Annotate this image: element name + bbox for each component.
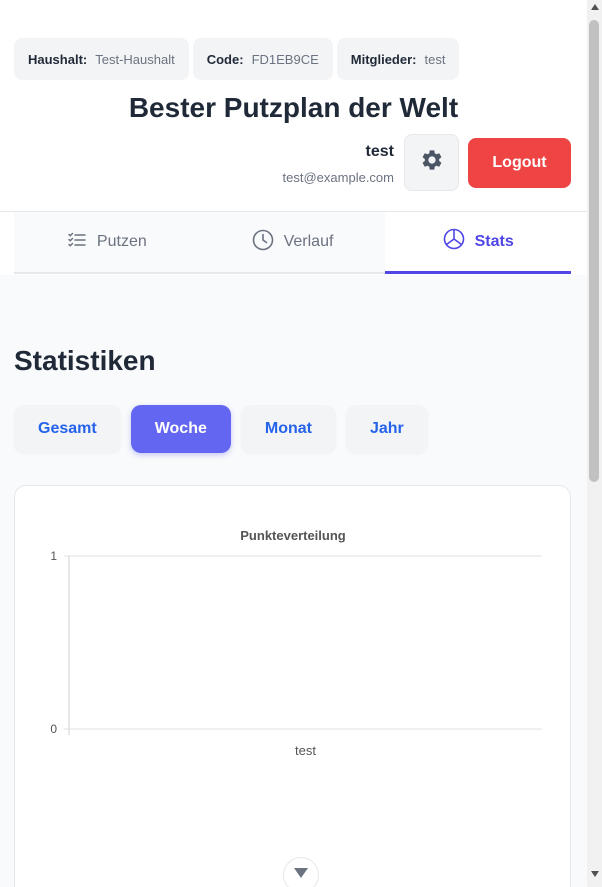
household-info: Haushalt: Test-Haushalt Code: FD1EB9CE M…	[14, 38, 460, 80]
scrollbar[interactable]	[587, 0, 602, 887]
main-tabs: Putzen Verlauf Stats	[14, 212, 572, 274]
stats-content: Statistiken Gesamt Woche Monat Jahr Punk…	[0, 275, 587, 887]
x-tick-label: test	[295, 743, 316, 758]
user-info: test test@example.com	[283, 142, 394, 185]
tab-label: Stats	[474, 232, 514, 250]
logout-button[interactable]: Logout	[468, 138, 571, 188]
scrollbar-thumb[interactable]	[589, 20, 599, 482]
settings-button[interactable]	[404, 134, 459, 191]
period-filters: Gesamt Woche Monat Jahr	[14, 405, 428, 453]
points-chart: Punkteverteilung 1 0 test	[50, 528, 542, 758]
scroll-down-arrow[interactable]	[587, 871, 602, 883]
chart-card: Punkteverteilung 1 0 test	[14, 485, 571, 887]
code-value: FD1EB9CE	[251, 51, 319, 67]
tab-label: Putzen	[96, 233, 147, 250]
scroll-up-arrow[interactable]	[587, 4, 602, 16]
user-name: test	[365, 143, 394, 160]
code-badge: Code: FD1EB9CE	[192, 38, 333, 80]
app-page: Haushalt: Test-Haushalt Code: FD1EB9CE M…	[0, 0, 587, 887]
chevron-down-icon	[292, 866, 310, 885]
household-badge: Haushalt: Test-Haushalt	[14, 38, 189, 80]
y-tick-label: 1	[50, 549, 57, 563]
members-label: Mitglieder:	[350, 51, 417, 67]
filter-woche[interactable]: Woche	[130, 405, 231, 453]
page-title: Bester Putzplan der Welt	[128, 92, 459, 123]
filter-monat[interactable]: Monat	[240, 405, 336, 453]
clock-icon	[252, 229, 274, 256]
household-value: Test-Haushalt	[95, 51, 175, 67]
gear-icon	[420, 148, 444, 177]
tab-putzen[interactable]: Putzen	[14, 212, 200, 272]
members-value: test	[424, 51, 446, 67]
household-label: Haushalt:	[28, 51, 88, 67]
scroll-down-button[interactable]	[283, 857, 319, 887]
pie-chart-icon	[443, 228, 465, 255]
chart-title: Punkteverteilung	[240, 528, 346, 543]
section-title: Statistiken	[14, 345, 156, 376]
tab-label: Verlauf	[283, 233, 334, 250]
filter-gesamt[interactable]: Gesamt	[14, 405, 121, 453]
tab-verlauf[interactable]: Verlauf	[199, 212, 386, 272]
members-badge: Mitglieder: test	[336, 38, 460, 80]
user-email: test@example.com	[282, 170, 394, 185]
tab-stats[interactable]: Stats	[385, 212, 572, 274]
y-tick-label: 0	[50, 722, 57, 736]
code-label: Code:	[206, 51, 244, 67]
header: Haushalt: Test-Haushalt Code: FD1EB9CE M…	[0, 0, 587, 212]
list-check-icon	[67, 230, 87, 255]
filter-jahr[interactable]: Jahr	[345, 405, 428, 453]
